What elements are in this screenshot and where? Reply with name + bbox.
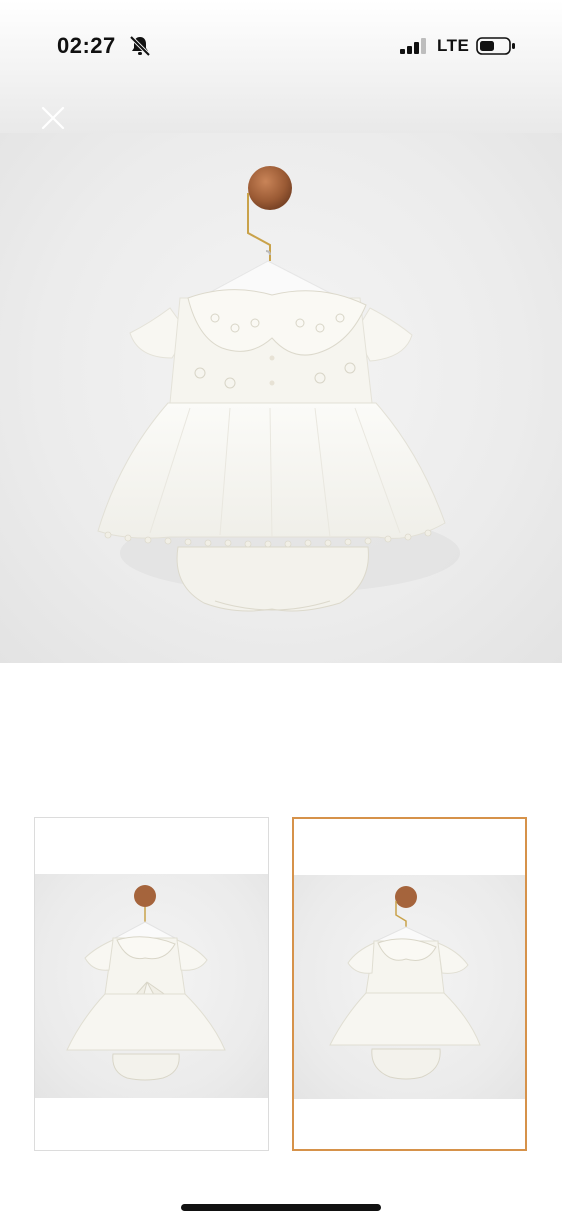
- home-indicator: [181, 1204, 381, 1211]
- product-image-main[interactable]: [0, 133, 562, 663]
- thumbnail-image: [294, 875, 525, 1099]
- signal-icon: [400, 38, 428, 54]
- thumbnail-front[interactable]: [34, 817, 269, 1151]
- network-type: LTE: [437, 36, 470, 55]
- battery-icon: [476, 37, 516, 55]
- thumbnail-back[interactable]: [292, 817, 527, 1151]
- thumbnail-image: [35, 874, 268, 1098]
- bell-slash-icon: [128, 35, 152, 57]
- top-bar: 02:27 LTE: [0, 0, 562, 133]
- close-icon[interactable]: [36, 101, 70, 135]
- status-time: 02:27: [57, 33, 116, 58]
